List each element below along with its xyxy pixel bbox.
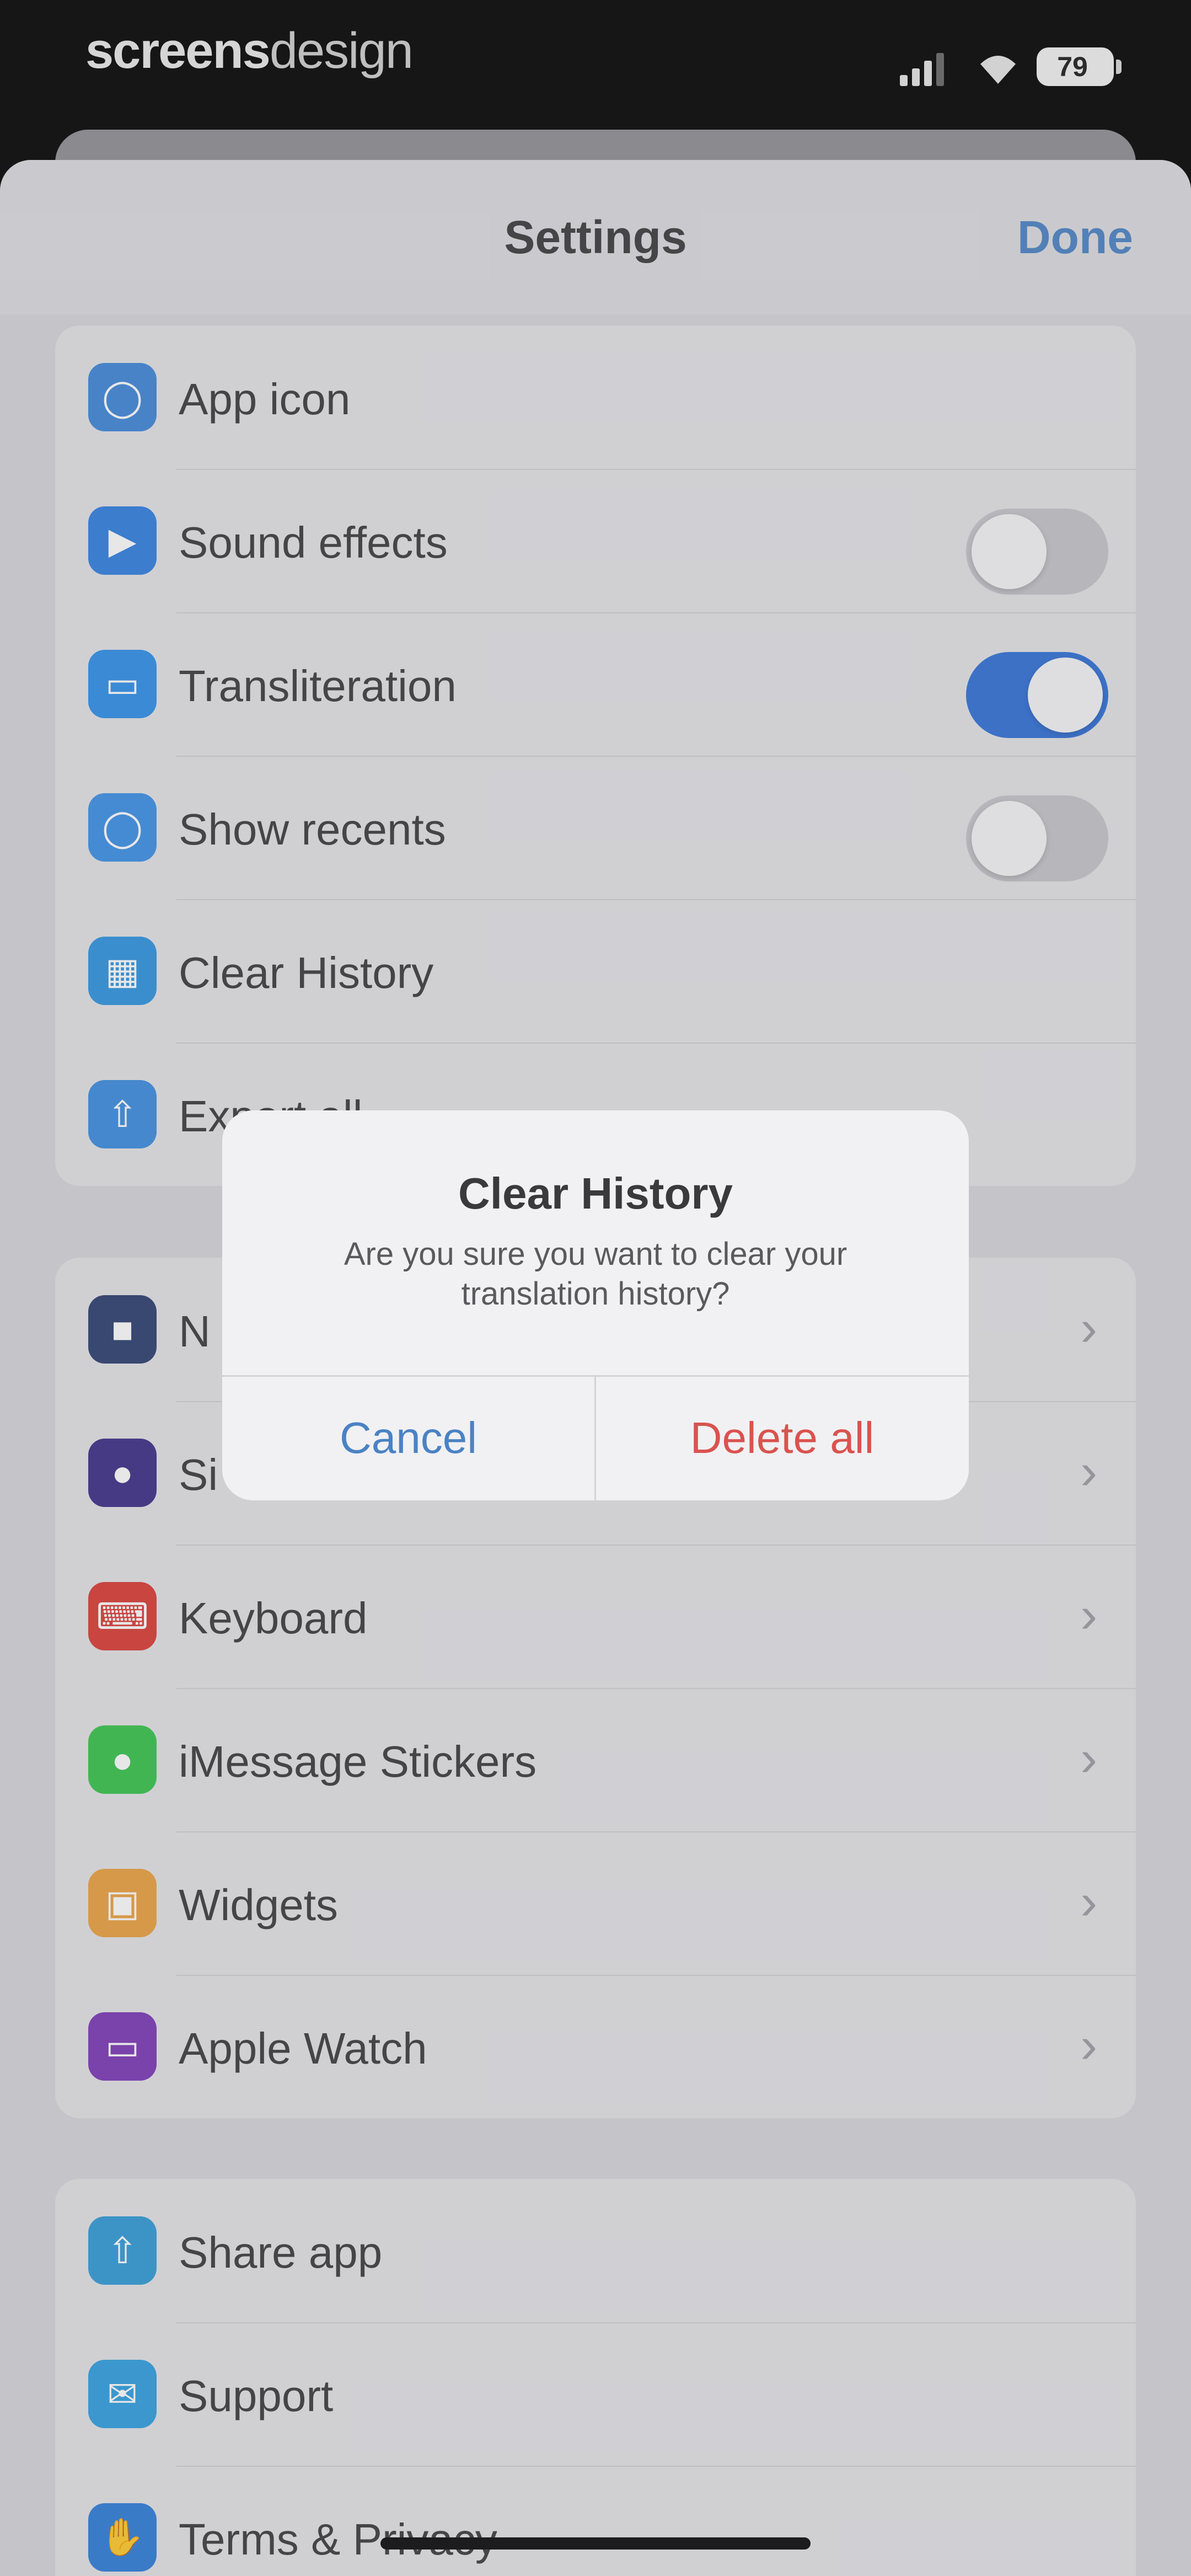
home-indicator[interactable] xyxy=(380,2537,811,2550)
cancel-button[interactable]: Cancel xyxy=(222,1375,594,1500)
alert-title: Clear History xyxy=(458,1169,733,1218)
alert-message: Are you sure you want to clear your tran… xyxy=(344,1236,847,1312)
delete-all-button[interactable]: Delete all xyxy=(596,1375,968,1500)
clear-history-alert: Clear History Are you sure you want to c… xyxy=(222,1110,969,1500)
